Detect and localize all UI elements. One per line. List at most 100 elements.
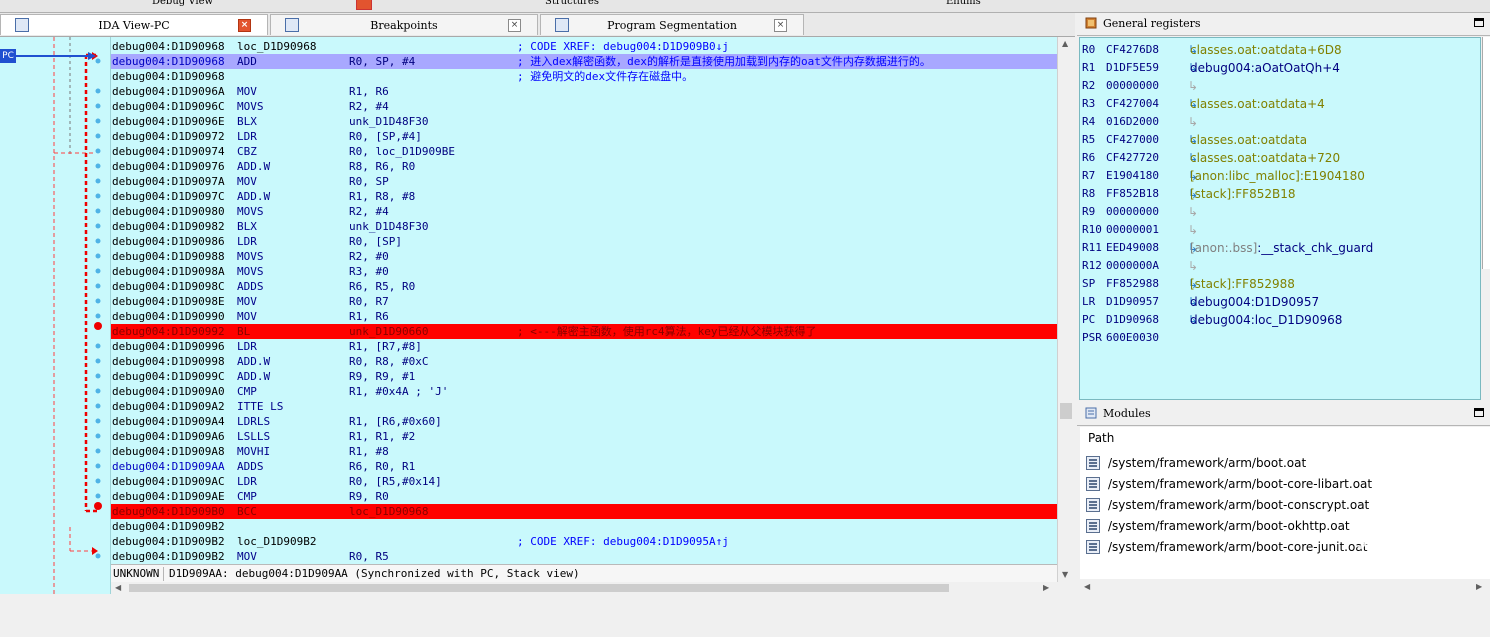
disasm-row[interactable]: debug004:D1D90990 MOV R1, R6	[111, 309, 1057, 324]
disasm-row[interactable]: debug004:D1D90982 BLX unk_D1D48F30	[111, 219, 1057, 234]
scroll-right-icon[interactable]: ▶	[1043, 583, 1049, 592]
scroll-right-icon[interactable]: ▶	[1476, 582, 1482, 591]
disasm-row[interactable]: debug004:D1D9098A MOVS R3, #0	[111, 264, 1057, 279]
register-symbol[interactable]: [anon:.bss]:__stack_chk_guard	[1190, 239, 1373, 257]
disasm-row[interactable]: debug004:D1D909A0 CMP R1, #0x4A ; 'J'	[111, 384, 1057, 399]
disasm-row[interactable]: debug004:D1D909A2 ITTE LS	[111, 399, 1057, 414]
disasm-row[interactable]: debug004:D1D90992 BL unk_D1D90660 ; <---解密主…	[111, 324, 1057, 339]
disasm-row[interactable]: debug004:D1D90980 MOVS R2, #4	[111, 204, 1057, 219]
tab-debug-view[interactable]: Debug View	[152, 0, 213, 10]
register-row-r10[interactable]: R10 00000001 ↳	[1082, 221, 1478, 239]
flags-pane[interactable]	[1482, 37, 1490, 269]
register-row-r11[interactable]: R11 EED49008 ↳ [anon:.bss]:__stack_chk_guar…	[1082, 239, 1478, 257]
disasm-row[interactable]: debug004:D1D90972 LDR R0, [SP,#4]	[111, 129, 1057, 144]
scroll-thumb[interactable]	[129, 584, 949, 592]
jump-arrow-icon[interactable]: ↳	[1188, 257, 1198, 275]
register-row-r7[interactable]: R7 E1904180 ↳ [anon:libc_malloc]:E1904180	[1082, 167, 1478, 185]
register-value[interactable]: D1D90968	[1106, 311, 1159, 329]
register-value[interactable]: D1DF5E59	[1106, 59, 1159, 77]
register-value[interactable]: FF852B18	[1106, 185, 1159, 203]
disasm-row[interactable]: debug004:D1D90968 ADD R0, SP, #4 ; 进入dex解密函…	[111, 54, 1057, 69]
register-list[interactable]: R0 CF4276D8 ↳ classes.oat:oatdata+6D8 R1 D1DF…	[1079, 37, 1481, 400]
disasm-row[interactable]: debug004:D1D909AE CMP R9, R0	[111, 489, 1057, 504]
disasm-row[interactable]: debug004:D1D9097A MOV R0, SP	[111, 174, 1057, 189]
scroll-thumb[interactable]	[1060, 403, 1072, 419]
disasm-row[interactable]: debug004:D1D909B2 loc_D1D909B2 ; CODE XREF…	[111, 534, 1057, 549]
register-value[interactable]: CF427000	[1106, 131, 1159, 149]
close-icon[interactable]: ×	[508, 19, 521, 32]
module-row[interactable]: /system/framework/arm/boot.oat	[1086, 453, 1486, 473]
disasm-row[interactable]: debug004:D1D90986 LDR R0, [SP]	[111, 234, 1057, 249]
tab-structures[interactable]: Structures	[545, 0, 599, 10]
disasm-row[interactable]: debug004:D1D90988 MOVS R2, #0	[111, 249, 1057, 264]
register-symbol[interactable]: classes.oat:oatdata	[1190, 131, 1307, 149]
disasm-row[interactable]: debug004:D1D9098C ADDS R6, R5, R0	[111, 279, 1057, 294]
disasm-row[interactable]: debug004:D1D90968 loc_D1D90968 ; CODE XREF…	[111, 39, 1057, 54]
register-value[interactable]: E1904180	[1106, 167, 1159, 185]
register-value[interactable]: 00000000	[1106, 203, 1159, 221]
maximize-icon[interactable]	[1474, 18, 1484, 27]
register-row-r2[interactable]: R2 00000000 ↳	[1082, 77, 1478, 95]
flow-arrows-gutter[interactable]: PC	[0, 37, 111, 594]
close-icon[interactable]: ×	[774, 19, 787, 32]
scroll-left-icon[interactable]: ◀	[1084, 582, 1090, 591]
register-row-pc[interactable]: PC D1D90968 ↳ debug004:loc_D1D90968	[1082, 311, 1478, 329]
tab-enums[interactable]: Enums	[946, 0, 981, 10]
register-value[interactable]: D1D90957	[1106, 293, 1159, 311]
disasm-row[interactable]: debug004:D1D909AA ADDS R6, R0, R1	[111, 459, 1057, 474]
register-value[interactable]: 600E0030	[1106, 329, 1159, 347]
jump-arrow-icon[interactable]: ↳	[1188, 77, 1198, 95]
column-header-path[interactable]: Path	[1088, 431, 1114, 445]
register-row-r12[interactable]: R12 0000000A ↳	[1082, 257, 1478, 275]
jump-arrow-icon[interactable]: ↳	[1188, 203, 1198, 221]
disasm-row[interactable]: debug004:D1D909B0 BCC loc_D1D90968	[111, 504, 1057, 519]
disasm-row[interactable]: debug004:D1D90998 ADD.W R0, R8, #0xC	[111, 354, 1057, 369]
tab-breakpoints[interactable]: Breakpoints ×	[270, 14, 538, 35]
register-symbol[interactable]: [stack]:FF852B18	[1190, 185, 1296, 203]
disasm-row[interactable]: debug004:D1D909AC LDR R0, [R5,#0x14]	[111, 474, 1057, 489]
scroll-up-icon[interactable]: ▲	[1062, 39, 1068, 48]
disasm-row[interactable]: debug004:D1D909B2	[111, 519, 1057, 534]
register-value[interactable]: CF4276D8	[1106, 41, 1159, 59]
scroll-down-icon[interactable]: ▼	[1062, 570, 1068, 579]
register-row-sp[interactable]: SP FF852988 ↳ [stack]:FF852988	[1082, 275, 1478, 293]
register-value[interactable]: 016D2000	[1106, 113, 1159, 131]
close-icon[interactable]: ×	[238, 19, 251, 32]
register-symbol[interactable]: [anon:libc_malloc]:E1904180	[1190, 167, 1365, 185]
register-row-psr[interactable]: PSR 600E0030	[1082, 329, 1478, 347]
disasm-row[interactable]: debug004:D1D90974 CBZ R0, loc_D1D909BE	[111, 144, 1057, 159]
register-row-r4[interactable]: R4 016D2000 ↳	[1082, 113, 1478, 131]
jump-arrow-icon[interactable]: ↳	[1188, 221, 1198, 239]
register-row-r3[interactable]: R3 CF427004 ↳ classes.oat:oatdata+4	[1082, 95, 1478, 113]
register-symbol[interactable]: debug004:loc_D1D90968	[1190, 311, 1342, 329]
disasm-row[interactable]: debug004:D1D909A4 LDRLS R1, [R6,#0x60]	[111, 414, 1057, 429]
register-value[interactable]: 00000001	[1106, 221, 1159, 239]
listing-vertical-scrollbar[interactable]: ▲ ▼	[1057, 37, 1075, 582]
register-symbol[interactable]: classes.oat:oatdata+6D8	[1190, 41, 1342, 59]
register-value[interactable]: CF427004	[1106, 95, 1159, 113]
disasm-row[interactable]: debug004:D1D90996 LDR R1, [R7,#8]	[111, 339, 1057, 354]
register-symbol[interactable]: classes.oat:oatdata+4	[1190, 95, 1325, 113]
disasm-row[interactable]: debug004:D1D9098E MOV R0, R7	[111, 294, 1057, 309]
register-symbol[interactable]: debug004:D1D90957	[1190, 293, 1319, 311]
disasm-row[interactable]: debug004:D1D9097C ADD.W R1, R8, #8	[111, 189, 1057, 204]
register-row-r8[interactable]: R8 FF852B18 ↳ [stack]:FF852B18	[1082, 185, 1478, 203]
register-row-r0[interactable]: R0 CF4276D8 ↳ classes.oat:oatdata+6D8	[1082, 41, 1478, 59]
disasm-row[interactable]: debug004:D1D90976 ADD.W R8, R6, R0	[111, 159, 1057, 174]
register-value[interactable]: 00000000	[1106, 77, 1159, 95]
register-row-r1[interactable]: R1 D1DF5E59 ↳ debug004:aOatOatQh+4	[1082, 59, 1478, 77]
tab-program-segmentation[interactable]: Program Segmentation ×	[540, 14, 804, 35]
disasm-row[interactable]: debug004:D1D9096C MOVS R2, #4	[111, 99, 1057, 114]
disasm-row[interactable]: debug004:D1D9096E BLX unk_D1D48F30	[111, 114, 1057, 129]
disasm-row[interactable]: debug004:D1D9096A MOV R1, R6	[111, 84, 1057, 99]
disasm-row[interactable]: debug004:D1D909B2 MOV R0, R5	[111, 549, 1057, 564]
register-row-r5[interactable]: R5 CF427000 ↳ classes.oat:oatdata	[1082, 131, 1478, 149]
register-value[interactable]: EED49008	[1106, 239, 1159, 257]
register-symbol[interactable]: classes.oat:oatdata+720	[1190, 149, 1340, 167]
register-value[interactable]: CF427720	[1106, 149, 1159, 167]
register-symbol[interactable]: [stack]:FF852988	[1190, 275, 1295, 293]
close-icon[interactable]	[356, 0, 372, 10]
disasm-row[interactable]: debug004:D1D909A8 MOVHI R1, #8	[111, 444, 1057, 459]
disasm-row[interactable]: debug004:D1D90968 ; 避免明文的dex文件存在磁盘中。	[111, 69, 1057, 84]
scroll-left-icon[interactable]: ◀	[115, 583, 121, 592]
